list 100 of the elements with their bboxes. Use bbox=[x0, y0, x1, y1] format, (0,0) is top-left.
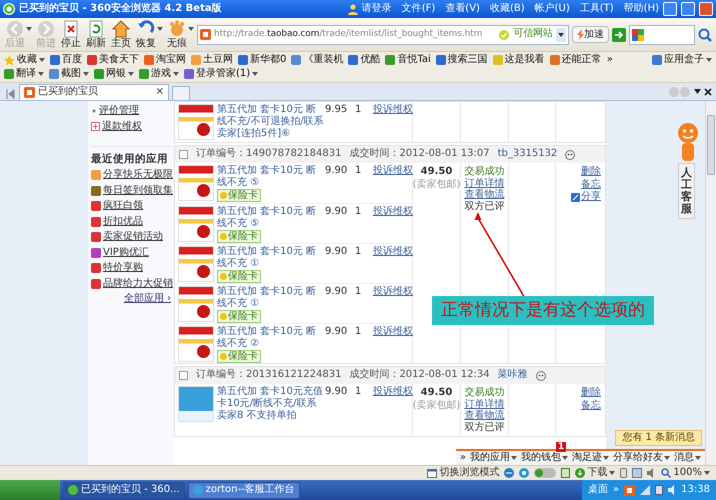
complaint-link[interactable]: 投诉维权 bbox=[373, 326, 413, 338]
toggle-icon[interactable] bbox=[534, 468, 556, 478]
product-link[interactable]: 第五代加 套卡10元 断线不充 ⑤ bbox=[217, 165, 325, 189]
app-link[interactable]: VIP购优汇 bbox=[91, 246, 171, 260]
zoom-button[interactable]: 100% bbox=[661, 466, 710, 480]
seller-link[interactable]: tb_3315132 bbox=[498, 148, 558, 161]
toolbar-menu[interactable]: 翻译 bbox=[4, 68, 44, 80]
order-link[interactable]: 订单详情 bbox=[464, 178, 504, 189]
toolbar-menu[interactable]: 网银 bbox=[94, 68, 134, 80]
menu-item[interactable]: 帐户(U) bbox=[534, 2, 570, 16]
product-link[interactable]: 第五代加 套卡10元 断线不充 ② bbox=[217, 326, 325, 350]
scrollbar[interactable] bbox=[705, 101, 716, 465]
order-action-link[interactable]: 备忘 bbox=[581, 400, 602, 412]
bookmark-link[interactable]: 淘宝网 bbox=[144, 54, 186, 66]
complaint-link[interactable]: 投诉维权 bbox=[373, 386, 413, 398]
browser-tab[interactable]: 已买到的宝贝 × bbox=[19, 84, 169, 100]
complaint-link[interactable]: 投诉维权 bbox=[373, 104, 413, 116]
expand-button[interactable]: » bbox=[460, 452, 466, 464]
notification-link[interactable]: 消息 bbox=[674, 452, 701, 464]
checkbox[interactable] bbox=[179, 150, 188, 159]
notification-link[interactable]: 我的钱包 bbox=[521, 452, 568, 464]
toolbar-button[interactable]: 恢复 bbox=[135, 20, 157, 49]
taskbar-button[interactable]: zorton--客服工作台 bbox=[188, 482, 300, 498]
toolbar-menu[interactable]: 登录管家(1) bbox=[184, 68, 258, 80]
toolbar-button[interactable]: 停止 bbox=[60, 20, 82, 49]
notification-link[interactable]: 分享给好友 bbox=[613, 452, 670, 464]
sidebar-link[interactable]: 评价管理 bbox=[91, 105, 171, 118]
search-icon[interactable] bbox=[698, 28, 712, 42]
bookmark-link[interactable]: 优酷 bbox=[348, 54, 380, 66]
download-button[interactable]: 下载 bbox=[575, 466, 616, 480]
network-icon[interactable] bbox=[655, 485, 664, 495]
product-link[interactable]: 第五代加 套卡10元充值卡10元/断线不充/联系卖家8 不支持单拍 bbox=[217, 386, 325, 422]
close-button[interactable] bbox=[699, 2, 713, 16]
picture-icon[interactable] bbox=[632, 468, 642, 478]
menu-item[interactable]: 帮助(H) bbox=[624, 2, 659, 16]
caret-icon[interactable] bbox=[694, 89, 701, 94]
app-link[interactable]: 疯狂白领 bbox=[91, 200, 171, 213]
menu-item[interactable]: 收藏(B) bbox=[490, 2, 525, 16]
order-action-link[interactable]: 删除 bbox=[581, 387, 602, 400]
bookmark-link[interactable]: 这是我看 bbox=[492, 54, 545, 66]
menu-item[interactable]: 文件(F) bbox=[402, 2, 436, 16]
go-icon[interactable] bbox=[612, 28, 626, 42]
speedup-button[interactable]: 加速 bbox=[572, 26, 609, 43]
start-button[interactable] bbox=[0, 480, 60, 500]
notification-link[interactable]: 我的应用 bbox=[470, 452, 517, 464]
order-link[interactable]: 查看物流 bbox=[464, 410, 504, 422]
minimize-button[interactable] bbox=[663, 2, 677, 16]
all-apps-link[interactable]: 全部应用 › bbox=[124, 293, 171, 306]
toolbar-button[interactable]: 无痕 bbox=[166, 20, 188, 49]
bookmark-link[interactable]: 搜索三国 bbox=[436, 54, 488, 66]
product-link[interactable]: 第五代加 套卡10元 断线不充/不可退换拍/联系卖家[连拍5件]⑥ bbox=[217, 104, 325, 140]
chat-icon[interactable] bbox=[565, 150, 576, 160]
order-link[interactable]: 订单详情 bbox=[464, 398, 504, 410]
maximize-button[interactable] bbox=[681, 2, 695, 16]
signal-icon[interactable] bbox=[640, 485, 650, 495]
close-icon[interactable] bbox=[704, 88, 712, 96]
address-field[interactable]: http://trade.taobao.com/trade/itemlist/list_bought_items.htm 可信网站 bbox=[197, 24, 569, 44]
toolbar-menu[interactable]: 截图 bbox=[49, 68, 89, 80]
bookmark-link[interactable]: 音悦Tai bbox=[385, 54, 431, 66]
speaker-icon[interactable] bbox=[668, 485, 676, 495]
phone-icon[interactable] bbox=[620, 468, 628, 478]
complaint-link[interactable]: 投诉维权 bbox=[373, 165, 413, 178]
bookmark-link[interactable]: 美食天下 bbox=[87, 54, 139, 66]
seller-link[interactable]: 菜咔雅 bbox=[498, 369, 528, 382]
toolbar-menu[interactable]: 应用盒子 bbox=[652, 54, 712, 66]
taskbar-button[interactable]: 已买到的宝贝 - 360... bbox=[63, 482, 185, 498]
toolbar-menu[interactable]: 游戏 bbox=[139, 68, 179, 80]
product-link[interactable]: 第五代加 套卡10元 断线不充 ① bbox=[217, 246, 325, 270]
product-link[interactable]: 第五代加 套卡10元 断线不充 ① bbox=[217, 286, 325, 310]
bookmark-link[interactable]: 百度 bbox=[50, 54, 82, 66]
app-link[interactable]: 每日签到领取集 bbox=[91, 184, 171, 198]
view-mode-button[interactable]: 切换浏览模式 bbox=[427, 466, 500, 480]
login-link[interactable]: 请登录 bbox=[362, 2, 392, 16]
order-action-link[interactable]: 备忘 bbox=[581, 178, 602, 191]
bookmark-link[interactable]: 还能正常 bbox=[550, 54, 602, 66]
favorites-menu[interactable]: 收藏 bbox=[4, 54, 45, 66]
checkbox[interactable] bbox=[179, 371, 188, 380]
complaint-link[interactable]: 投诉维权 bbox=[373, 246, 413, 258]
new-tab-button[interactable] bbox=[172, 86, 190, 100]
product-link[interactable]: 第五代加 套卡10元 断线不充 ⑤ bbox=[217, 206, 325, 230]
bookmark-link[interactable]: 《重装机 bbox=[291, 54, 344, 66]
ime-icon[interactable] bbox=[624, 484, 636, 496]
order-action-link[interactable]: 分享 bbox=[571, 191, 602, 204]
notification-link[interactable]: 淘足迹 bbox=[572, 452, 609, 464]
sidebar-link[interactable]: 退款维权 bbox=[91, 120, 171, 133]
chat-icon[interactable] bbox=[536, 370, 546, 380]
app-link[interactable]: 分享快乐无极限 bbox=[91, 169, 171, 182]
bookmark-link[interactable]: 新华都0 bbox=[238, 54, 286, 66]
customer-service-tab[interactable]: 人工客服 bbox=[678, 163, 695, 220]
document-icon[interactable] bbox=[561, 468, 570, 478]
bookmark-link[interactable]: 土豆网 bbox=[191, 54, 233, 66]
complaint-link[interactable]: 投诉维权 bbox=[373, 206, 413, 218]
order-link[interactable]: 查看物流 bbox=[464, 189, 504, 200]
app-link[interactable]: 特价享购 bbox=[91, 262, 171, 275]
menu-item[interactable]: 查看(V) bbox=[445, 2, 480, 16]
dropdown-icon[interactable] bbox=[556, 28, 566, 42]
tab-close-button[interactable]: × bbox=[156, 86, 164, 99]
more-bookmarks-button[interactable]: » bbox=[606, 54, 613, 66]
tab-list-icon[interactable] bbox=[4, 88, 16, 100]
toolbar-button[interactable]: 刷新 bbox=[85, 20, 107, 49]
